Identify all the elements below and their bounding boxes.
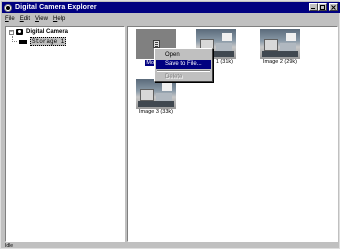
collapse-icon[interactable]: − (9, 29, 14, 35)
minimize-icon (311, 7, 315, 9)
menu-bar: File Edit View Help (2, 14, 340, 24)
context-menu-open[interactable]: Open (156, 51, 211, 60)
menu-file[interactable]: File (5, 16, 15, 22)
camera-icon (16, 29, 23, 35)
tree-node-storage-1[interactable]: Storage 1 (19, 37, 67, 46)
context-menu: Open Save to File... Delete (154, 48, 213, 82)
film-icon (152, 40, 160, 48)
thumbnail-image-2[interactable]: Image 2 (29k) (258, 29, 302, 65)
status-text: Idle (5, 243, 14, 249)
thumbnail-image-3[interactable]: Image 3 (33k) (134, 79, 178, 115)
title-bar[interactable]: Digital Camera Explorer (2, 2, 340, 13)
photo-thumbnail-image (136, 79, 176, 109)
maximize-button[interactable] (318, 3, 327, 11)
tree-connector-horizontal (12, 41, 17, 42)
camera-lens-icon (4, 3, 12, 12)
app-window: Digital Camera Explorer File Edit View H… (0, 0, 340, 249)
menu-view[interactable]: View (35, 16, 48, 22)
menu-help[interactable]: Help (53, 16, 65, 22)
window-title: Digital Camera Explorer (15, 4, 97, 11)
context-menu-delete: Delete (165, 74, 183, 80)
storage-icon (19, 39, 27, 44)
maximize-icon (320, 4, 325, 10)
context-menu-separator (157, 70, 210, 72)
context-menu-save-to-file[interactable]: Save to File... (156, 60, 211, 69)
tree-label-storage-1: Storage 1 (30, 37, 67, 46)
tree-pane[interactable]: − Digital Camera Storage 1 (5, 26, 125, 242)
tree-node-digital-camera[interactable]: − Digital Camera (9, 29, 68, 35)
tree-label-digital-camera: Digital Camera (26, 29, 69, 35)
thumbnail-caption: Image 2 (29k) (263, 59, 297, 65)
thumbnail-caption: Image 3 (33k) (139, 109, 173, 115)
minimize-button[interactable] (309, 3, 318, 11)
close-icon (331, 4, 336, 10)
close-button[interactable] (329, 3, 338, 11)
menu-edit[interactable]: Edit (20, 16, 30, 22)
status-bar: Idle (2, 243, 340, 249)
window-controls (309, 3, 338, 11)
photo-thumbnail-image (260, 29, 300, 59)
